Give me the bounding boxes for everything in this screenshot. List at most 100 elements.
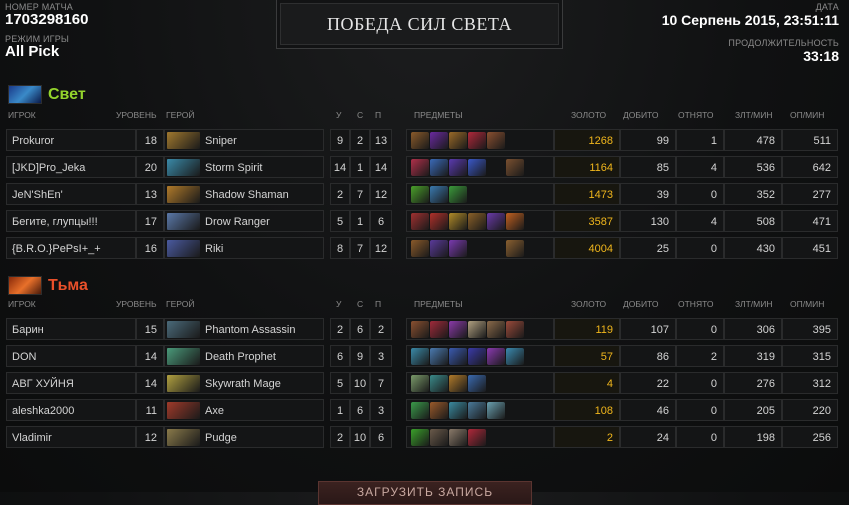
item-slot-icon[interactable] <box>411 402 429 419</box>
assists: 2 <box>370 318 392 340</box>
player-name[interactable]: JeN'ShEn' <box>6 183 136 205</box>
item-slot-icon[interactable] <box>411 213 429 230</box>
item-slot-icon[interactable] <box>430 240 448 257</box>
denies: 0 <box>676 399 724 421</box>
item-slot-icon[interactable] <box>506 213 524 230</box>
player-name[interactable]: Барин <box>6 318 136 340</box>
player-row[interactable]: Prokuror 18 Sniper 9 2 13 1268 99 1 478 511 <box>6 129 842 153</box>
item-slot-icon[interactable] <box>468 348 486 365</box>
item-slot-icon[interactable] <box>449 240 467 257</box>
column-header-deaths: С <box>357 299 364 309</box>
items-cell <box>406 237 554 259</box>
player-row[interactable]: {B.R.O.}PePsI+_+ 16 Riki 8 7 12 4004 25 0 430 451 <box>6 237 842 261</box>
hero-portrait[interactable] <box>167 375 200 392</box>
hero-portrait[interactable] <box>167 186 200 203</box>
item-slot-icon[interactable] <box>449 186 467 203</box>
denies: 0 <box>676 183 724 205</box>
player-row[interactable]: JeN'ShEn' 13 Shadow Shaman 2 7 12 1473 39 0 352 27… <box>6 183 842 207</box>
item-slot-icon[interactable] <box>506 240 524 257</box>
hero-portrait[interactable] <box>167 132 200 149</box>
item-slot-icon[interactable] <box>430 375 448 392</box>
player-name[interactable]: {B.R.O.}PePsI+_+ <box>6 237 136 259</box>
assists: 12 <box>370 237 392 259</box>
hero-cell: Shadow Shaman <box>164 183 324 205</box>
column-header-player: ИГРОК <box>8 299 36 309</box>
item-slot-icon[interactable] <box>449 132 467 149</box>
item-slot-icon[interactable] <box>411 321 429 338</box>
hero-portrait[interactable] <box>167 213 200 230</box>
column-header-items: ПРЕДМЕТЫ <box>414 299 463 309</box>
item-slot-icon[interactable] <box>430 429 448 446</box>
item-slot-icon[interactable] <box>430 348 448 365</box>
gold: 2 <box>554 426 620 448</box>
xp-per-minute: 511 <box>782 129 838 151</box>
player-row[interactable]: DON 14 Death Prophet 6 9 3 57 86 2 319 315 <box>6 345 842 369</box>
item-slot-icon[interactable] <box>487 132 505 149</box>
item-slot-icon[interactable] <box>487 213 505 230</box>
dire-column-headers: ИГРОК УРОВЕНЬ ГЕРОЙ У С П ПРЕДМЕТЫ ЗОЛОТО ДОБИТО… <box>0 297 849 311</box>
player-row[interactable]: [JKD]Pro_Jeka 20 Storm Spirit 14 1 14 1164 85 4 5… <box>6 156 842 180</box>
player-name[interactable]: aleshka2000 <box>6 399 136 421</box>
column-header-gold: ЗОЛОТО <box>571 299 607 309</box>
item-slot-icon[interactable] <box>468 402 486 419</box>
item-slot-icon[interactable] <box>449 159 467 176</box>
player-name[interactable]: АВГ ХУЙНЯ <box>6 372 136 394</box>
item-slot-icon[interactable] <box>487 402 505 419</box>
item-slot-icon[interactable] <box>468 321 486 338</box>
column-header-hero: ГЕРОЙ <box>166 110 195 120</box>
player-name[interactable]: Vladimir <box>6 426 136 448</box>
hero-portrait[interactable] <box>167 321 200 338</box>
item-slot-icon[interactable] <box>430 213 448 230</box>
item-slot-icon[interactable] <box>449 375 467 392</box>
item-slot-icon[interactable] <box>487 321 505 338</box>
player-row[interactable]: Барин 15 Phantom Assassin 2 6 2 119 107 0 306 395 <box>6 318 842 342</box>
item-slot-icon[interactable] <box>487 348 505 365</box>
item-slot-icon[interactable] <box>468 132 486 149</box>
player-row[interactable]: Vladimir 12 Pudge 2 10 6 2 24 0 198 256 <box>6 426 842 450</box>
player-row[interactable]: Бегите, глупцы!!! 17 Drow Ranger 5 1 6 3587 130… <box>6 210 842 234</box>
item-slot-icon[interactable] <box>449 213 467 230</box>
player-name[interactable]: [JKD]Pro_Jeka <box>6 156 136 178</box>
hero-portrait[interactable] <box>167 240 200 257</box>
item-slot-icon[interactable] <box>449 348 467 365</box>
item-slot-icon[interactable] <box>449 321 467 338</box>
item-slot-icon[interactable] <box>506 348 524 365</box>
item-slot-icon[interactable] <box>449 402 467 419</box>
xp-per-minute: 256 <box>782 426 838 448</box>
item-slot-icon[interactable] <box>411 375 429 392</box>
item-slot-icon[interactable] <box>411 348 429 365</box>
player-row[interactable]: aleshka2000 11 Axe 1 6 3 108 46 0 205 220 <box>6 399 842 423</box>
xp-per-minute: 277 <box>782 183 838 205</box>
last-hits: 39 <box>620 183 676 205</box>
item-slot-icon[interactable] <box>430 321 448 338</box>
player-name[interactable]: Prokuror <box>6 129 136 151</box>
item-slot-icon[interactable] <box>411 429 429 446</box>
download-replay-button[interactable]: ЗАГРУЗИТЬ ЗАПИСЬ <box>318 481 532 505</box>
denies: 0 <box>676 426 724 448</box>
item-slot-icon[interactable] <box>506 159 524 176</box>
item-slot-icon[interactable] <box>411 132 429 149</box>
player-name[interactable]: Бегите, глупцы!!! <box>6 210 136 232</box>
item-slot-icon[interactable] <box>506 321 524 338</box>
item-slot-icon[interactable] <box>449 429 467 446</box>
item-slot-icon[interactable] <box>468 213 486 230</box>
item-slot-icon[interactable] <box>411 240 429 257</box>
item-slot-icon[interactable] <box>430 159 448 176</box>
hero-portrait[interactable] <box>167 402 200 419</box>
item-slot-icon[interactable] <box>411 159 429 176</box>
hero-portrait[interactable] <box>167 348 200 365</box>
item-slot-icon[interactable] <box>430 402 448 419</box>
player-row[interactable]: АВГ ХУЙНЯ 14 Skywrath Mage 5 10 7 4 22 0 276 312 <box>6 372 842 396</box>
game-mode: All Pick <box>5 43 60 60</box>
item-slot-icon[interactable] <box>430 186 448 203</box>
item-slot-icon[interactable] <box>430 132 448 149</box>
hero-portrait[interactable] <box>167 429 200 446</box>
item-slot-icon[interactable] <box>468 429 486 446</box>
hero-portrait[interactable] <box>167 159 200 176</box>
assists: 6 <box>370 426 392 448</box>
item-slot-icon[interactable] <box>411 186 429 203</box>
item-slot-icon[interactable] <box>468 159 486 176</box>
xp-per-minute: 451 <box>782 237 838 259</box>
player-name[interactable]: DON <box>6 345 136 367</box>
item-slot-icon[interactable] <box>468 375 486 392</box>
